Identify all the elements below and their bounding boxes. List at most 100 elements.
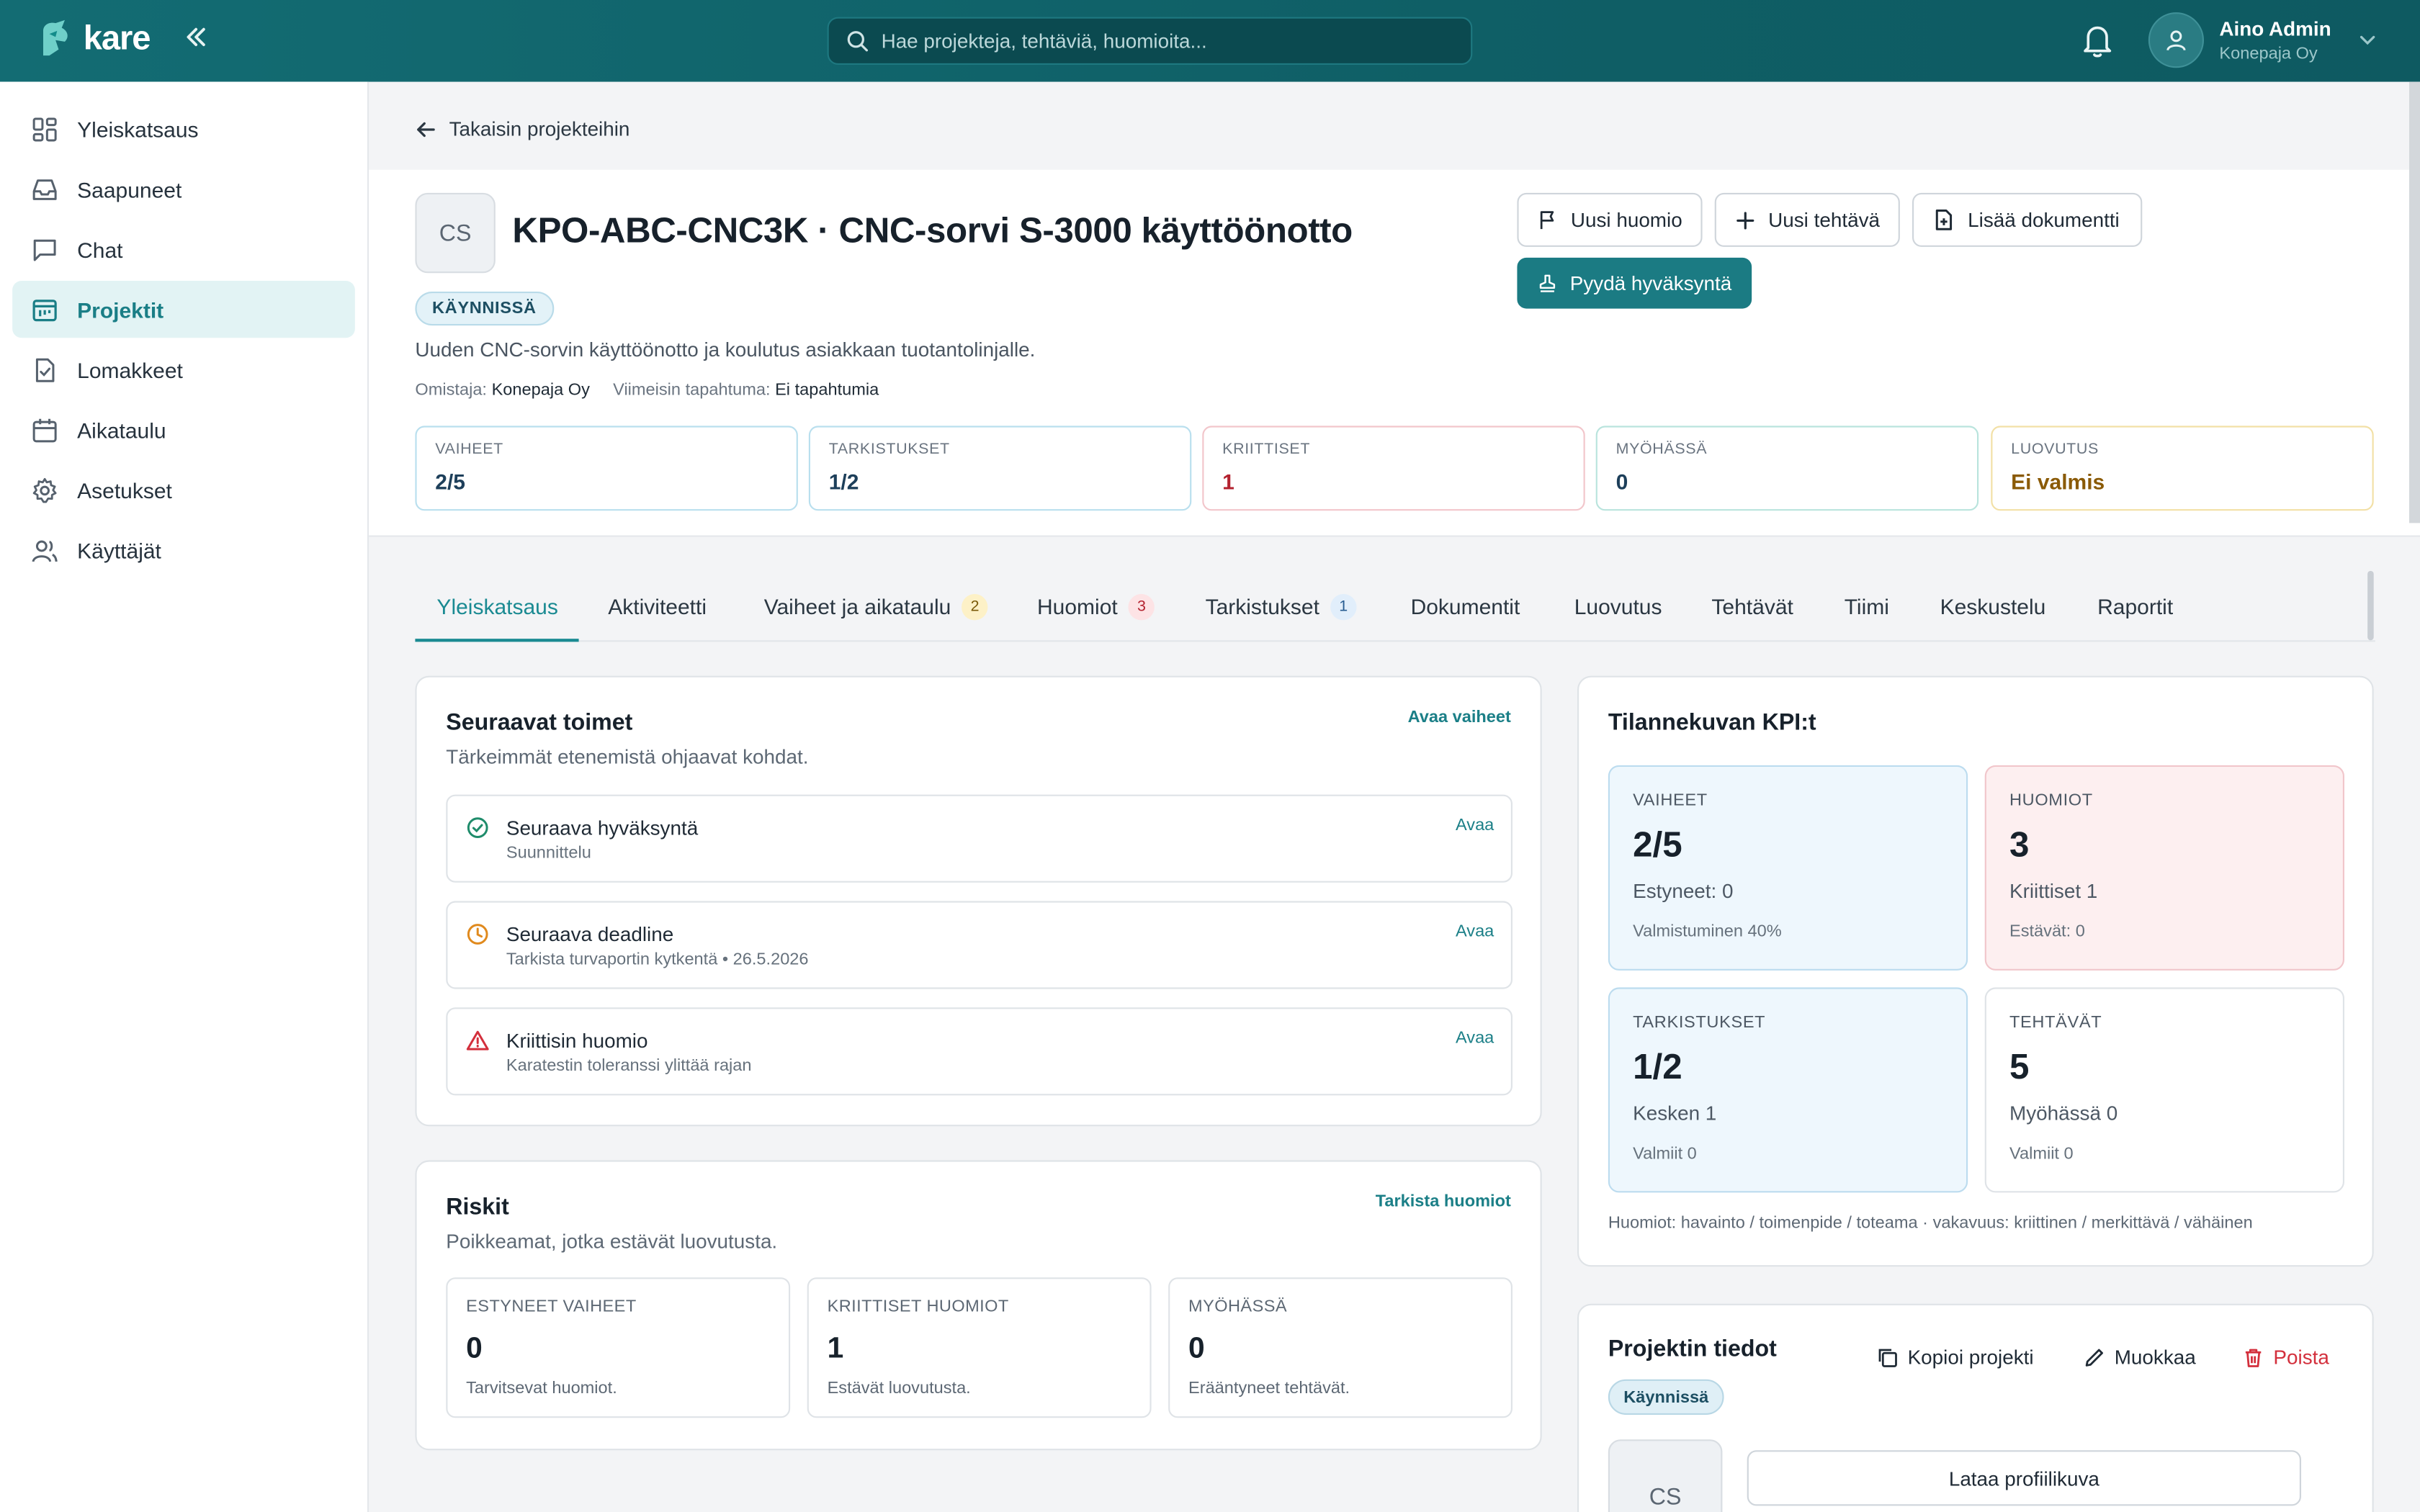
card-subtitle: Tärkeimmät etenemistä ohjaavat kohdat. (446, 745, 809, 769)
add-document-button[interactable]: Lisää dokumentti (1912, 192, 2143, 247)
tabs-scrollbar[interactable] (2367, 570, 2374, 641)
open-link[interactable]: Avaa (1456, 816, 1494, 835)
user-info: Aino Admin Konepaja Oy (2219, 17, 2331, 63)
user-menu[interactable]: Aino Admin Konepaja Oy (2148, 12, 2378, 68)
stat-card-critical[interactable]: KRIITTISET 1 (1202, 426, 1585, 511)
tab-tasks[interactable]: Tehtävät (1711, 571, 1793, 642)
tab-notes[interactable]: Huomiot 3 (1037, 571, 1155, 642)
stat-value: 0 (1615, 469, 1628, 494)
delete-button[interactable]: Poista (2243, 1346, 2329, 1369)
sidebar-item-label: Yleiskatsaus (77, 116, 199, 142)
open-phases-link[interactable]: Avaa vaiheet (1408, 708, 1511, 727)
kpi-tile-notes[interactable]: HUOMIOT 3 Kriittiset 1 Estävät: 0 (1984, 765, 2344, 971)
back-to-projects-link[interactable]: Takaisin projekteihin (415, 117, 629, 140)
chevron-down-icon (2360, 35, 2376, 45)
tab-label: Huomiot (1037, 594, 1118, 619)
global-search[interactable] (827, 17, 1473, 66)
sidebar-item-forms[interactable]: Lomakkeet (12, 341, 355, 398)
upload-profile-picture-button[interactable]: Lataa profiilikuva (1747, 1450, 2301, 1506)
copy-project-label: Kopioi projekti (1907, 1345, 2034, 1369)
next-action-item[interactable]: Seuraava deadline Tarkista turvaportin k… (446, 901, 1513, 989)
collapse-sidebar-icon[interactable] (185, 22, 207, 57)
tab-phases-schedule[interactable]: Vaiheet ja aikataulu 2 (764, 571, 988, 642)
kpi-label: TARKISTUKSET (1633, 1013, 1766, 1032)
stat-label: MYÖHÄSSÄ (1615, 441, 1708, 459)
stat-card-phases[interactable]: VAIHEET 2/5 (415, 426, 798, 511)
tab-label: Luovutus (1574, 594, 1662, 619)
tab-label: Yleiskatsaus (436, 594, 558, 619)
kpi-label: HUOMIOT (2009, 791, 2093, 810)
search-icon (847, 31, 869, 52)
kpi-label: VAIHEET (1633, 791, 1708, 810)
stat-card-late[interactable]: MYÖHÄSSÄ 0 (1595, 426, 1979, 511)
open-link[interactable]: Avaa (1456, 922, 1494, 941)
tab-label: Keskustelu (1940, 594, 2046, 619)
sidebar-item-users[interactable]: Käyttäjät (12, 521, 355, 578)
kpi-tile-tasks[interactable]: TEHTÄVÄT 5 Myöhässä 0 Valmiit 0 (1984, 987, 2344, 1193)
next-action-title: Kriittisin huomio (506, 1029, 648, 1053)
kpi-label: TEHTÄVÄT (2009, 1013, 2102, 1032)
stat-card-handover[interactable]: LUOVUTUS Ei valmis (1991, 426, 2374, 511)
tab-label: Aktiviteetti (608, 594, 707, 619)
kpi-sub-small: Estävät: 0 (2009, 922, 2085, 942)
sidebar-item-overview[interactable]: Yleiskatsaus (12, 100, 355, 157)
project-icon (32, 299, 57, 321)
tab-discussion[interactable]: Keskustelu (1940, 571, 2046, 642)
sidebar-item-schedule[interactable]: Aikataulu (12, 401, 355, 458)
risk-value: 1 (827, 1333, 844, 1366)
app-logo[interactable]: kare (37, 19, 151, 59)
tab-checks[interactable]: Tarkistukset 1 (1206, 571, 1357, 642)
stat-label: VAIHEET (435, 441, 503, 459)
sidebar-item-label: Käyttäjät (77, 537, 161, 563)
tab-overview[interactable]: Yleiskatsaus (436, 571, 557, 642)
tab-handover[interactable]: Luovutus (1574, 571, 1662, 642)
project-tabs: Yleiskatsaus Aktiviteetti Vaiheet ja aik… (415, 571, 2375, 642)
page-title: KPO-ABC-CNC3K · CNC-sorvi S-3000 käyttöö… (512, 210, 1353, 251)
card-title: Riskit (446, 1194, 509, 1220)
request-approval-button[interactable]: Pyydä hyväksyntä (1517, 257, 1752, 309)
check-notes-link[interactable]: Tarkista huomiot (1376, 1192, 1511, 1211)
risk-value: 0 (466, 1333, 483, 1366)
kpi-tile-checks[interactable]: TARKISTUKSET 1/2 Kesken 1 Valmiit 0 (1608, 987, 1968, 1193)
risks-card: Riskit Poikkeamat, jotka estävät luovutu… (415, 1160, 1542, 1451)
notifications-bell-icon[interactable] (2081, 22, 2115, 66)
new-task-button[interactable]: Uusi tehtävä (1714, 192, 1900, 247)
gear-icon (32, 477, 57, 503)
next-action-item[interactable]: Kriittisin huomio Karatestin toleranssi … (446, 1007, 1513, 1096)
tab-reports[interactable]: Raportit (2097, 571, 2173, 642)
sidebar-item-label: Asetukset (77, 477, 172, 503)
next-actions-card: Seuraavat toimet Tärkeimmät etenemistä o… (415, 675, 1542, 1127)
risk-sub: Erääntyneet tehtävät. (1188, 1379, 1350, 1398)
kpi-value: 1/2 (1633, 1045, 1682, 1086)
stat-card-checks[interactable]: TARKISTUKSET 1/2 (808, 426, 1192, 511)
sidebar-item-label: Lomakkeet (77, 357, 183, 382)
kpi-tile-phases[interactable]: VAIHEET 2/5 Estyneet: 0 Valmistuminen 40… (1608, 765, 1968, 971)
grid-icon (32, 117, 57, 141)
tab-count-badge: 3 (1128, 593, 1155, 620)
new-note-label: Uusi huomio (1570, 208, 1682, 232)
tab-team[interactable]: Tiimi (1845, 571, 1889, 642)
sidebar-item-inbox[interactable]: Saapuneet (12, 161, 355, 217)
risk-label: MYÖHÄSSÄ (1188, 1297, 1288, 1316)
search-input[interactable] (881, 29, 1437, 53)
risk-stat: KRIITTISET HUOMIOT 1 Estävät luovutusta. (807, 1277, 1152, 1418)
new-note-button[interactable]: Uusi huomio (1517, 192, 1703, 247)
sidebar-item-chat[interactable]: Chat (12, 220, 355, 277)
tab-label: Vaiheet ja aikataulu (763, 594, 951, 619)
tab-documents[interactable]: Dokumentit (1411, 571, 1520, 642)
page-scrollbar[interactable] (2409, 81, 2420, 523)
flag-icon (1540, 211, 1554, 230)
copy-project-button[interactable]: Kopioi projekti (1877, 1346, 2034, 1369)
tab-label: Dokumentit (1410, 594, 1520, 619)
sidebar-nav: Yleiskatsaus Saapuneet Chat Projektit Lo… (0, 82, 367, 579)
sidebar-item-projects[interactable]: Projektit (12, 281, 355, 338)
sidebar-item-label: Chat (77, 236, 123, 262)
tab-activity[interactable]: Aktiviteetti (608, 571, 707, 642)
check-circle-icon (467, 817, 488, 838)
next-action-item[interactable]: Seuraava hyväksyntä Suunnittelu Avaa (446, 794, 1513, 883)
clock-icon (467, 924, 488, 945)
sidebar-item-settings[interactable]: Asetukset (12, 462, 355, 518)
edit-button[interactable]: Muokkaa (2084, 1346, 2196, 1369)
open-link[interactable]: Avaa (1456, 1029, 1494, 1048)
tab-label: Raportit (2097, 594, 2174, 619)
